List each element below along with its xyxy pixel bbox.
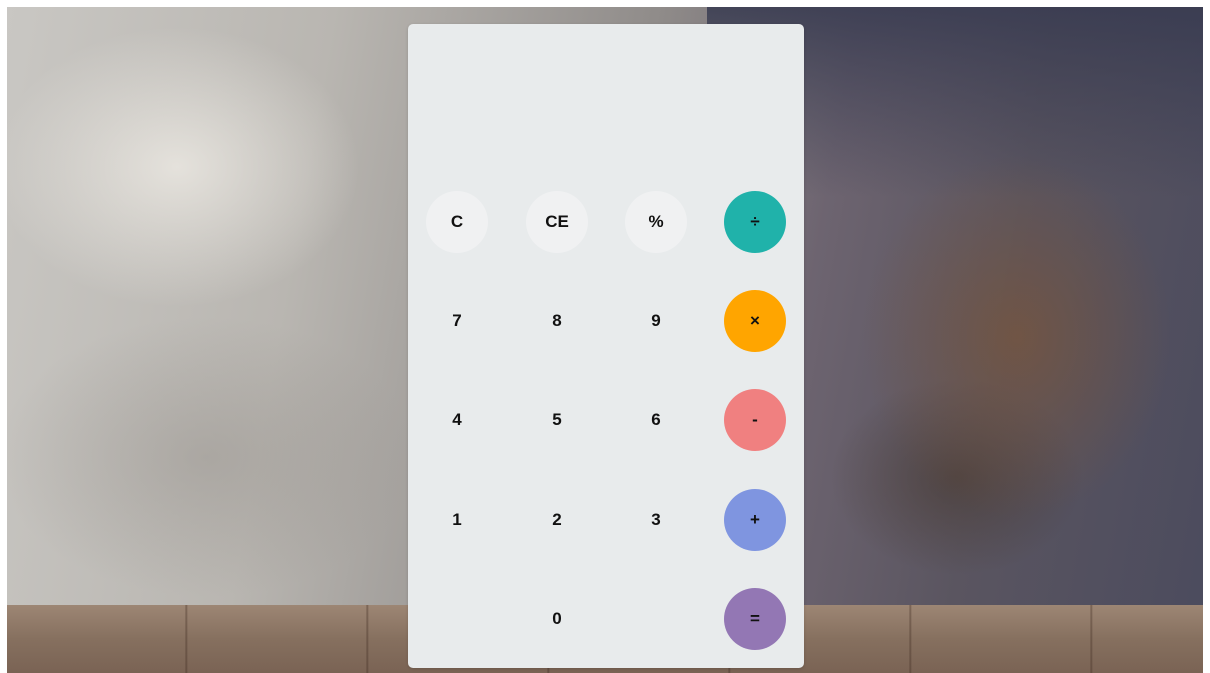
clear-entry-button[interactable]: CE	[526, 191, 588, 253]
digit-7-button[interactable]: 7	[426, 290, 488, 352]
digit-9-button[interactable]: 9	[625, 290, 687, 352]
clear-button[interactable]: C	[426, 191, 488, 253]
calculator-display	[408, 24, 804, 184]
digit-3-button[interactable]: 3	[625, 489, 687, 551]
digit-5-button[interactable]: 5	[526, 389, 588, 451]
digit-1-button[interactable]: 1	[426, 489, 488, 551]
calculator: C CE % ÷ 7 8 9 × 4 5 6 - 1 2 3 + 0 =	[408, 24, 804, 668]
digit-8-button[interactable]: 8	[526, 290, 588, 352]
multiply-button[interactable]: ×	[724, 290, 786, 352]
percent-button[interactable]: %	[625, 191, 687, 253]
digit-2-button[interactable]: 2	[526, 489, 588, 551]
digit-4-button[interactable]: 4	[426, 389, 488, 451]
equals-button[interactable]: =	[724, 588, 786, 650]
digit-0-button[interactable]: 0	[526, 588, 588, 650]
digit-6-button[interactable]: 6	[625, 389, 687, 451]
divide-button[interactable]: ÷	[724, 191, 786, 253]
subtract-button[interactable]: -	[724, 389, 786, 451]
add-button[interactable]: +	[724, 489, 786, 551]
